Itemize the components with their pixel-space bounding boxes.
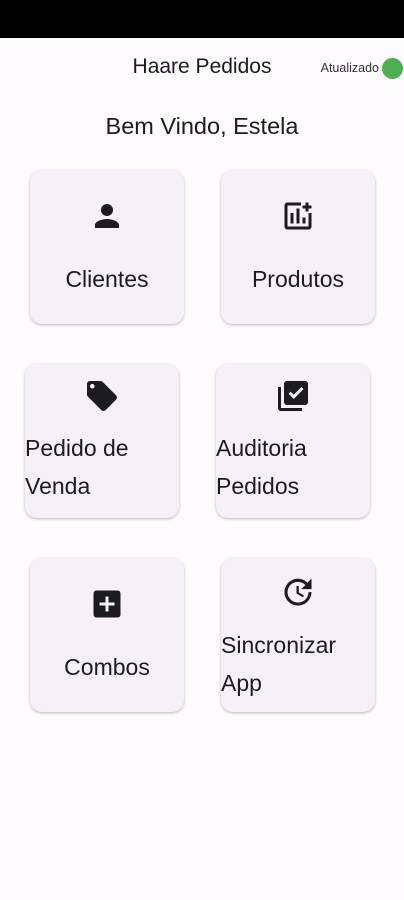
add-chart-icon — [221, 198, 375, 230]
sell-tag-icon — [25, 378, 179, 411]
menu-card-clientes[interactable]: Clientes — [30, 170, 184, 324]
menu-card-label: Sincronizar App — [221, 632, 337, 696]
menu-card-pedido-de-venda[interactable]: Pedido de Venda — [25, 364, 179, 518]
menu-card-label: Combos — [64, 654, 150, 680]
add-box-icon — [30, 586, 184, 618]
menu-card-label: Auditoria Pedidos — [216, 435, 307, 499]
menu-card-auditoria-pedidos[interactable]: Auditoria Pedidos — [216, 364, 370, 518]
person-icon — [30, 198, 184, 228]
menu-card-label: Clientes — [65, 266, 149, 292]
menu-card-label: Produtos — [251, 266, 345, 292]
menu-card-sincronizar-app[interactable]: Sincronizar App — [221, 558, 375, 712]
status-bar — [0, 0, 404, 38]
sync-status-dot — [382, 57, 403, 79]
menu-card-produtos[interactable]: Produtos — [221, 170, 375, 324]
sync-status: Atualizado — [320, 57, 404, 79]
sync-status-label: Atualizado — [320, 61, 379, 75]
menu-card-label: Pedido de Venda — [25, 435, 129, 499]
menu-card-combos[interactable]: Combos — [30, 558, 184, 712]
sync-clock-icon — [221, 574, 375, 606]
library-add-check-icon — [216, 378, 370, 411]
welcome-message: Bem Vindo, Estela — [105, 113, 299, 139]
